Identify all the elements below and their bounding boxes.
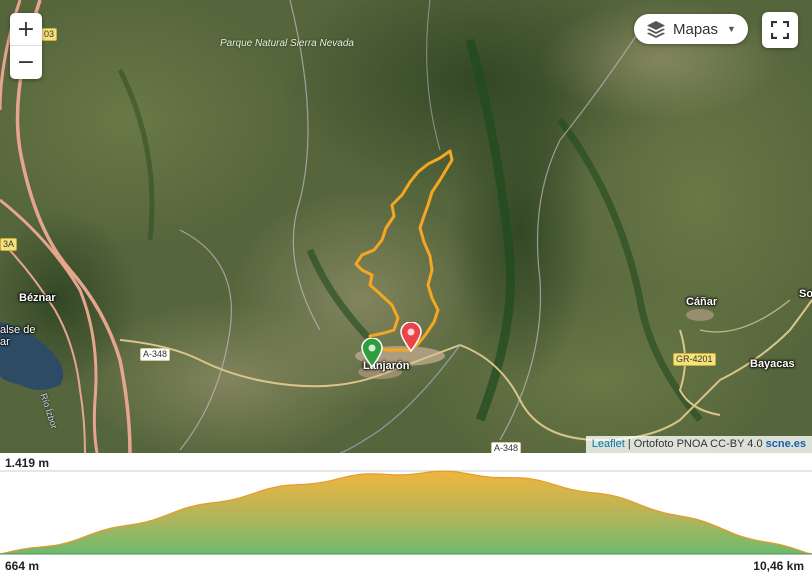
map[interactable]: Parque Natural Sierra Nevada Béznar Lanj… xyxy=(0,0,812,453)
attribution: Leaflet | Ortofoto PNOA CC-BY 4.0 scne.e… xyxy=(585,436,812,453)
elevation-chart xyxy=(0,470,812,555)
layers-button[interactable]: Mapas ▼ xyxy=(634,14,748,44)
road-label-a348: A-348 xyxy=(140,348,171,361)
fullscreen-icon xyxy=(771,21,789,39)
chevron-down-icon: ▼ xyxy=(727,24,736,34)
road-label-gr4201: GR-4201 xyxy=(673,353,716,366)
distance-label: 10,46 km xyxy=(753,559,804,573)
road-label-a348-south: A-348 xyxy=(491,442,522,453)
zoom-in-button[interactable]: + xyxy=(10,13,42,46)
zoom-out-button[interactable]: − xyxy=(10,46,42,79)
attribution-ortho: Ortofoto PNOA CC-BY 4.0 xyxy=(633,438,763,450)
scne-link[interactable]: scne.es xyxy=(766,438,806,450)
park-label: Parque Natural Sierra Nevada xyxy=(220,38,354,49)
road-label-edge-03: 03 xyxy=(41,28,58,41)
elevation-max-label: 1.419 m xyxy=(5,456,50,470)
zoom-control: + − xyxy=(10,13,42,79)
layers-icon xyxy=(647,21,665,38)
leaflet-link[interactable]: Leaflet xyxy=(592,438,625,450)
elevation-min-label: 664 m xyxy=(5,559,40,573)
satellite-imagery xyxy=(0,0,812,453)
place-bayacas: Bayacas xyxy=(750,358,795,370)
place-embalse: alse de xyxy=(0,324,36,336)
fullscreen-button[interactable] xyxy=(762,12,798,48)
road-label-edge-3a: 3A xyxy=(0,238,18,251)
place-edge-right: So xyxy=(799,288,812,300)
elevation-area xyxy=(0,471,812,554)
attribution-separator: | xyxy=(627,438,631,450)
elevation-profile[interactable]: 1.419 m 664 m 10,46 km xyxy=(0,453,812,579)
place-beznar: Béznar xyxy=(19,292,56,304)
place-canar: Cáñar xyxy=(686,296,718,308)
layers-label: Mapas xyxy=(673,20,719,38)
start-marker[interactable] xyxy=(361,338,383,368)
end-marker[interactable] xyxy=(400,322,422,352)
place-embalse-2: ar xyxy=(0,336,10,348)
